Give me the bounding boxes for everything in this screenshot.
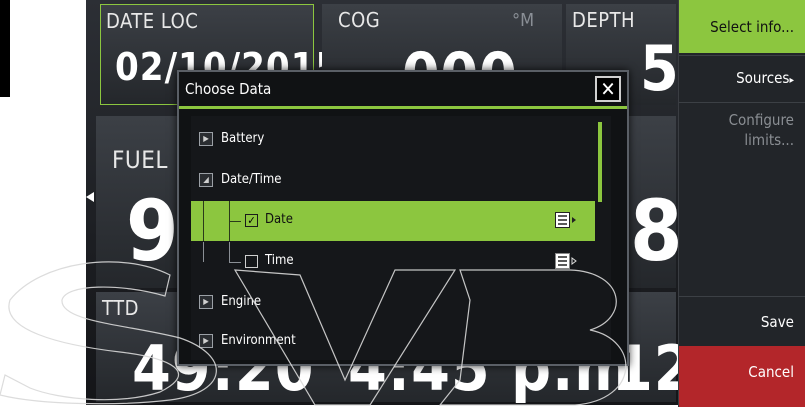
list-details-icon[interactable]: [555, 253, 577, 270]
tree-item-label: Battery: [221, 131, 265, 146]
collapse-arrow-icon[interactable]: [86, 192, 94, 202]
menu-divider: [679, 296, 805, 297]
tile-label: DATE LOC: [106, 9, 199, 33]
menu-item-label: Sources: [736, 69, 790, 87]
dialog-title: Choose Data: [185, 80, 272, 98]
tree-connector: [229, 262, 241, 263]
tree-item-battery[interactable]: ▶ Battery: [191, 120, 595, 160]
tile-value-right: 8: [630, 182, 684, 280]
tree-connector: [203, 242, 204, 262]
menu-item-cancel[interactable]: Cancel: [748, 362, 794, 382]
tile-label: TTD: [102, 296, 139, 320]
tile-label: COG: [338, 8, 381, 32]
tile-label: FUEL: [112, 146, 168, 174]
tree-item-label: Date/Time: [221, 172, 282, 187]
choose-data-dialog: Choose Data ✕ ▶ Battery ◢ Date/Time ✓ Da…: [177, 70, 629, 366]
expand-icon[interactable]: ▶: [199, 132, 213, 146]
expand-icon[interactable]: ▶: [199, 295, 213, 309]
checkbox-unchecked-icon[interactable]: [245, 255, 258, 268]
tree-item-engine[interactable]: ▶ Engine: [191, 283, 595, 323]
tree-connector: [229, 221, 241, 222]
menu-divider: [679, 102, 805, 103]
tile-value: 5: [640, 32, 680, 105]
tree-item-label: Engine: [221, 294, 262, 309]
tile-label: DEPTH: [572, 8, 636, 32]
left-edge-bar: [0, 0, 10, 97]
tree-connector: [229, 242, 230, 262]
scrollbar[interactable]: [598, 122, 602, 202]
tree-item-label: Time: [265, 253, 294, 268]
tree-item-label: Date: [265, 212, 293, 227]
tile-unit: °M: [512, 10, 535, 31]
collapse-icon[interactable]: ◢: [199, 173, 213, 187]
checkbox-checked-icon[interactable]: ✓: [245, 214, 258, 227]
list-details-icon[interactable]: [555, 212, 577, 229]
dialog-title-rule: [179, 106, 627, 109]
tree-item-environment[interactable]: ▶ Environment: [191, 322, 595, 362]
tree-item-time[interactable]: Time: [191, 242, 595, 282]
tree-item-date[interactable]: ✓ Date: [191, 201, 595, 241]
tile-value: 9: [126, 182, 180, 280]
expand-icon[interactable]: ▶: [199, 334, 213, 348]
menu-item-select-info[interactable]: Select info...: [710, 17, 794, 37]
tree-connector: [203, 201, 204, 241]
menu-divider: [679, 55, 805, 56]
close-icon[interactable]: ✕: [595, 76, 621, 102]
side-menu: Select info... Sources▸ Configure limits…: [678, 0, 805, 407]
tree-item-label: Environment: [221, 333, 296, 348]
tree-item-date-time[interactable]: ◢ Date/Time: [191, 161, 595, 201]
menu-item-label: limits...: [744, 131, 794, 149]
menu-item-save[interactable]: Save: [761, 312, 794, 332]
menu-item-sources[interactable]: Sources▸: [736, 68, 794, 91]
menu-item-label: Configure: [728, 111, 794, 129]
chevron-right-icon: ▸: [789, 75, 794, 86]
menu-item-configure-limits[interactable]: Configure limits...: [729, 110, 794, 150]
data-tree: ▶ Battery ◢ Date/Time ✓ Date Time ▶ Engi…: [191, 116, 611, 360]
